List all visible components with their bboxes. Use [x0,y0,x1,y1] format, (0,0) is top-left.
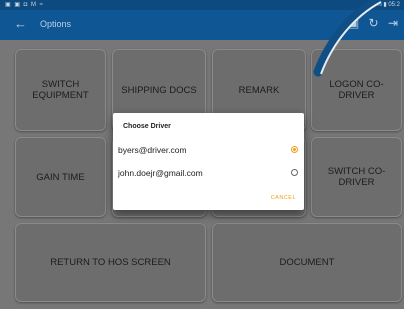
arc-highlight [320,1,382,75]
tutorial-arc-decoration [313,0,383,77]
